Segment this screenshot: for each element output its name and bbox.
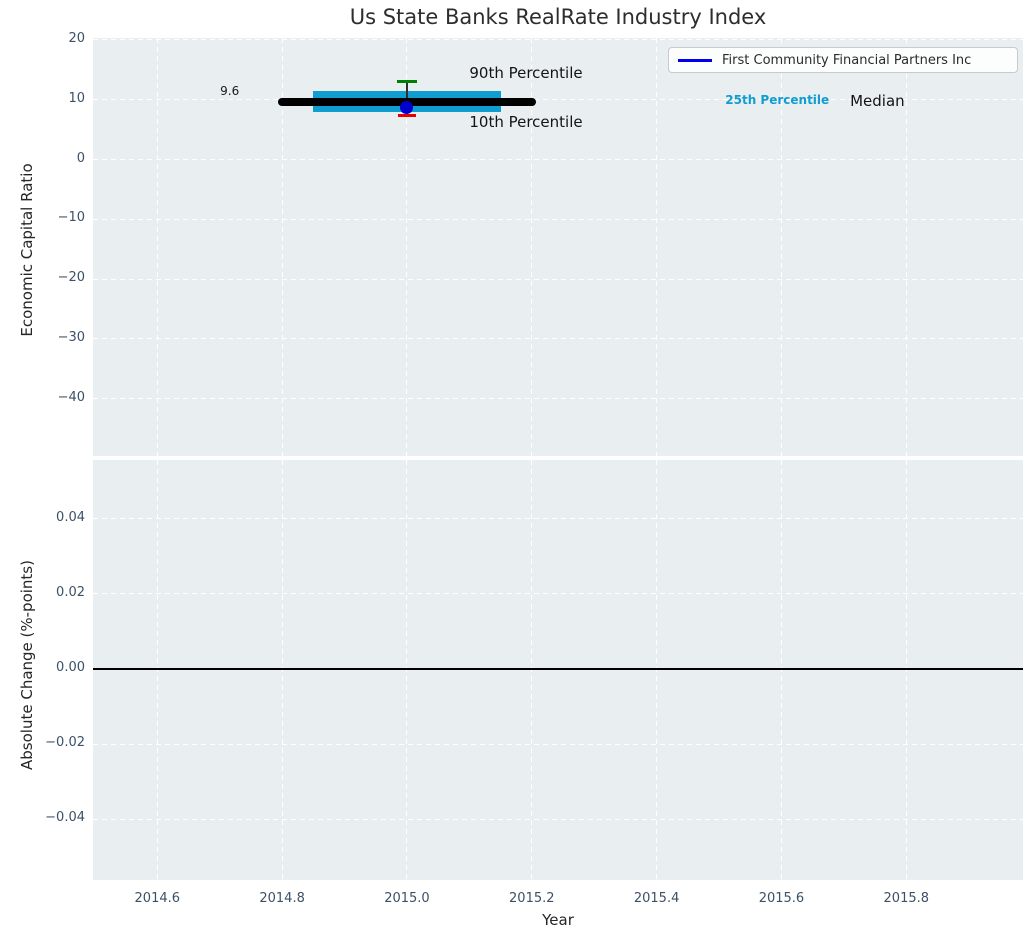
legend: First Community Financial Partners Inc	[668, 47, 1018, 73]
chart-title: Us State Banks RealRate Industry Index	[349, 5, 767, 29]
y-tick-label: −40	[57, 389, 85, 405]
x-gridline	[156, 38, 158, 456]
annotation-90th-percentile: 90th Percentile	[469, 64, 583, 83]
y-gridline	[93, 159, 1023, 161]
y-gridline	[93, 218, 1023, 220]
annotation-median: Median	[850, 91, 905, 110]
x-gridline	[905, 38, 907, 456]
legend-line-swatch	[678, 58, 712, 62]
y-tick-label: −0.02	[45, 735, 85, 751]
x-tick-label: 2015.0	[384, 891, 430, 906]
y-tick-label: 0.00	[56, 660, 85, 676]
legend-label: First Community Financial Partners Inc	[722, 52, 972, 68]
company-point	[400, 101, 414, 115]
y-gridline	[93, 593, 1023, 595]
y-gridline	[93, 743, 1023, 745]
top-axes: 9.6 90th Percentile 10th Percentile 25th Pe…	[93, 38, 1023, 456]
x-axis-label: Year	[542, 911, 574, 929]
x-tick-label: 2015.6	[758, 891, 805, 906]
y-gridline	[93, 39, 1023, 41]
annotation-10th-percentile: 10th Percentile	[469, 112, 583, 131]
bottom-axes	[93, 460, 1023, 880]
x-tick-label: 2015.4	[633, 891, 680, 906]
figure: Us State Banks RealRate Industry Index E…	[0, 0, 1034, 942]
x-tick-label: 2015.2	[509, 891, 555, 906]
y-gridline	[93, 398, 1023, 400]
y-tick-label: −0.04	[45, 810, 85, 826]
zero-line	[93, 668, 1023, 671]
y-tick-label: −10	[57, 210, 85, 226]
y-tick-label: 20	[68, 30, 85, 46]
y-tick-label: 0	[76, 150, 85, 166]
y-gridline	[93, 818, 1023, 820]
whisker-cap-90th	[396, 79, 417, 83]
x-gridline	[656, 38, 658, 456]
whisker-cap-10th	[397, 113, 416, 117]
y-tick-label: 0.02	[56, 584, 85, 600]
y-gridline	[93, 518, 1023, 520]
x-tick-label: 2014.8	[259, 891, 305, 906]
y-tick-label: −30	[57, 329, 85, 345]
x-tick-label: 2015.8	[883, 891, 930, 906]
annotation-9-6: 9.6	[220, 83, 240, 98]
y-gridline	[93, 278, 1023, 280]
x-tick-label: 2014.6	[134, 891, 181, 906]
y-gridline	[93, 338, 1023, 340]
y-tick-label: 10	[68, 90, 85, 106]
annotation-25th-percentile: 25th Percentile	[725, 92, 830, 107]
y-tick-label: 0.04	[56, 509, 85, 525]
y-tick-label: −20	[57, 270, 85, 286]
top-y-axis-label: Economic Capital Ratio	[18, 163, 36, 337]
